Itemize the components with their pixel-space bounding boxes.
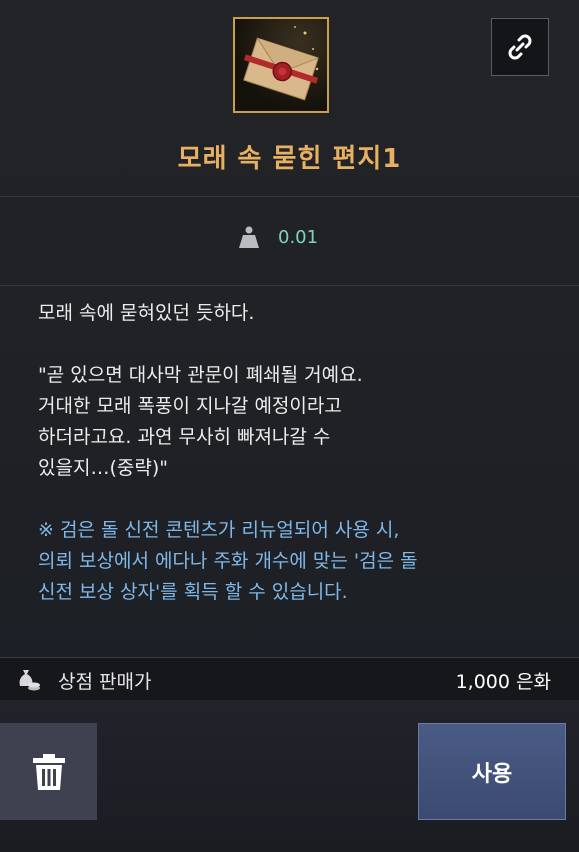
item-name: 모래 속 묻힌 편지1 bbox=[177, 144, 402, 174]
coin-bag-icon bbox=[19, 670, 40, 691]
trash-icon bbox=[32, 753, 65, 790]
chain-link-icon bbox=[508, 34, 532, 60]
price-label: 상점 판매가 bbox=[58, 671, 152, 693]
weight-row: 0.01 bbox=[0, 197, 579, 286]
action-bar: 사용 bbox=[0, 700, 579, 852]
description-notice: ※ 검은 돌 신전 콘텐츠가 리뉴얼되어 사용 시, 의뢰 보상에서 에다나 주… bbox=[38, 519, 418, 603]
description-intro: 모래 속에 묻혀있던 듯하다. bbox=[38, 302, 255, 324]
shop-price-row: 상점 판매가 1,000 은화 bbox=[0, 657, 579, 701]
description-quote: "곧 있으면 대사막 관문이 폐쇄될 거예요. 거대한 모래 폭풍이 지나갈 예… bbox=[38, 364, 363, 479]
price-value: 1,000 은화 bbox=[455, 671, 551, 693]
item-header: 모래 속 묻힌 편지1 bbox=[0, 0, 579, 197]
item-tooltip-panel: 모래 속 묻힌 편지1 0.01 모래 속에 묻혀있던 듯하다. "곧 있으면 … bbox=[0, 0, 579, 701]
item-description: 모래 속에 묻혀있던 듯하다. "곧 있으면 대사막 관문이 폐쇄될 거예요. … bbox=[38, 298, 558, 608]
weight-value: 0.01 bbox=[278, 227, 319, 248]
sealed-letter-icon bbox=[233, 17, 329, 113]
use-button[interactable]: 사용 bbox=[418, 723, 566, 820]
delete-button[interactable] bbox=[0, 723, 97, 820]
weight-icon bbox=[239, 226, 259, 248]
link-button[interactable] bbox=[491, 18, 549, 76]
